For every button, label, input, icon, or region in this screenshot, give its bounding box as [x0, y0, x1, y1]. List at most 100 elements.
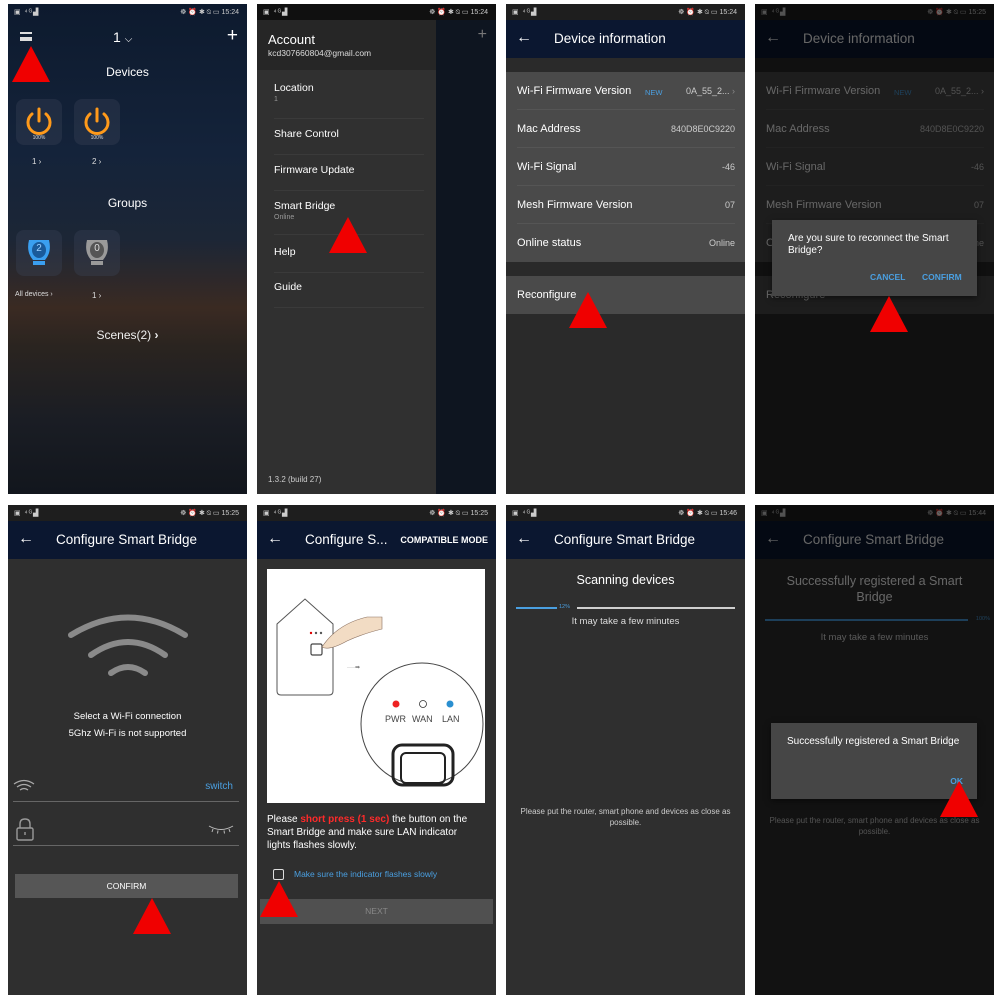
status-bar: ▣ ⁴ᴳ▟ ☸ ⏰ ✱ ⍉ ▭ 15:24 — [506, 4, 745, 20]
wifi-icon — [68, 614, 188, 676]
progress-fill — [516, 607, 557, 609]
reconnect-dialog: Are you sure to reconnect the Smart Brid… — [772, 220, 977, 296]
indicator-checkbox-label[interactable]: Make sure the indicator flashes slowly — [294, 869, 437, 879]
home-screen: ▣ ⁴ᴳ▟ ☸ ⏰ ✱ ⍉ ▭ 15:24 1 ⌵ + Devices 100%… — [8, 4, 247, 494]
led-label-wan: WAN — [412, 714, 433, 724]
status-left-icons: ▣ ⁴ᴳ▟ — [263, 9, 289, 16]
navigation-drawer: Account kcd307660804@gmail.com Location … — [257, 20, 436, 494]
app-bar: ← Device information — [506, 20, 745, 58]
status-clock: ☸ ⏰ ✱ ⍉ ▭ 15:46 — [678, 510, 737, 517]
status-left-icons: ▣ ⁴ᴳ▟ — [512, 9, 538, 16]
compatible-mode-button[interactable]: COMPATIBLE MODE — [400, 535, 488, 545]
menu-item-location[interactable]: Location 1 — [274, 82, 424, 119]
app-bar: ← Configure Smart Bridge — [506, 521, 745, 559]
status-left-icons: ▣ ⁴ᴳ▟ — [14, 9, 40, 16]
switch-network-link[interactable]: switch — [205, 781, 233, 792]
no-5ghz-note: 5Ghz Wi-Fi is not supported — [68, 728, 187, 739]
info-key: Online status — [517, 237, 582, 249]
cancel-button[interactable]: CANCEL — [870, 272, 905, 282]
info-row-wifi-signal: Wi-Fi Signal -46 — [506, 148, 745, 186]
device-tile-2[interactable]: 100% — [74, 99, 120, 145]
device-tile-1[interactable]: 100% — [16, 99, 62, 145]
scanning-note: It may take a few minutes — [571, 616, 680, 627]
device-info-screen: ▣ ⁴ᴳ▟ ☸ ⏰ ✱ ⍉ ▭ 15:24 ← Device informati… — [506, 4, 745, 494]
led-label-lan: LAN — [442, 714, 460, 724]
back-arrow-icon[interactable]: ← — [18, 530, 34, 548]
pointer-arrow — [940, 781, 978, 817]
status-bar: ▣ ⁴ᴳ▟ ☸ ⏰ ✱ ⍉ ▭ 15:46 — [506, 505, 745, 521]
account-title: Account — [268, 32, 315, 47]
status-bar: ▣ ⁴ᴳ▟ ☸ ⏰ ✱ ⍉ ▭ 15:25 — [257, 505, 496, 521]
info-key: Mac Address — [517, 123, 581, 135]
eye-closed-icon[interactable] — [207, 823, 235, 835]
group-count: 0 — [94, 243, 100, 254]
press-button-screen: ▣ ⁴ᴳ▟ ☸ ⏰ ✱ ⍉ ▭ 15:25 ← Configure S... C… — [257, 505, 496, 995]
led-label-pwr: PWR — [385, 714, 406, 724]
status-left-icons: ▣ ⁴ᴳ▟ — [512, 510, 538, 517]
status-clock: ☸ ⏰ ✱ ⍉ ▭ 15:24 — [429, 9, 488, 16]
instruction-highlight: short press (1 sec) — [300, 814, 390, 825]
menu-item-guide[interactable]: Guide — [274, 281, 424, 308]
add-icon[interactable]: + — [227, 25, 238, 47]
status-left-icons: ▣ ⁴ᴳ▟ — [14, 510, 40, 517]
info-key: Mesh Firmware Version — [517, 199, 633, 211]
status-bar: ▣ ⁴ᴳ▟ ☸ ⏰ ✱ ⍉ ▭ 15:25 — [8, 505, 247, 521]
group-tile-all[interactable]: 2 — [16, 230, 62, 276]
confirm-button[interactable]: CONFIRM — [15, 874, 238, 898]
configure-wifi-screen: ▣ ⁴ᴳ▟ ☸ ⏰ ✱ ⍉ ▭ 15:25 ← Configure Smart … — [8, 505, 247, 995]
proximity-tip: Please put the router, smart phone and d… — [520, 807, 731, 827]
info-row-online-status: Online status Online — [506, 224, 745, 262]
wifi-ssid-field[interactable] — [30, 775, 210, 795]
location-selector[interactable]: 1 ⌵ — [113, 29, 132, 45]
confirm-button[interactable]: CONFIRM — [922, 272, 962, 282]
group-tile-1[interactable]: 0 — [74, 230, 120, 276]
reconnect-confirm-screen: ▣ ⁴ᴳ▟ ☸ ⏰ ✱ ⍉ ▭ 15:25 ← Device informati… — [755, 4, 994, 494]
chevron-down-icon: ⌵ — [124, 34, 133, 45]
device-label[interactable]: 2 › — [92, 157, 101, 166]
select-wifi-text: Select a Wi-Fi connection — [73, 711, 182, 722]
page-title: Device information — [554, 31, 666, 46]
back-arrow-icon[interactable]: ← — [267, 530, 283, 548]
progress-track — [577, 607, 735, 609]
status-left-icons: ▣ ⁴ᴳ▟ — [263, 510, 289, 517]
menu-item-label: Firmware Update — [274, 164, 355, 176]
chevron-right-icon: › — [732, 86, 735, 96]
group-label[interactable]: 1 › — [92, 291, 101, 300]
add-icon[interactable]: + — [478, 26, 487, 44]
account-header[interactable]: Account kcd307660804@gmail.com — [257, 20, 436, 70]
info-row-wifi-firmware[interactable]: Wi-Fi Firmware Version NEW 0A_55_2... › — [506, 72, 745, 110]
drawer-screen: ▣ ⁴ᴳ▟ ☸ ⏰ ✱ ⍉ ▭ 15:24 + Account kcd30766… — [257, 4, 496, 494]
status-clock: ☸ ⏰ ✱ ⍉ ▭ 15:25 — [180, 510, 239, 517]
info-key: Wi-Fi Firmware Version — [517, 85, 632, 97]
status-bar: ▣ ⁴ᴳ▟ ☸ ⏰ ✱ ⍉ ▭ 15:24 — [257, 4, 496, 20]
app-bar: ← Configure S... COMPATIBLE MODE — [257, 521, 496, 559]
wifi-password-field[interactable] — [38, 817, 198, 841]
scanning-heading: Scanning devices — [576, 573, 675, 587]
menu-item-firmware-update[interactable]: Firmware Update — [274, 164, 424, 191]
back-arrow-icon[interactable]: ← — [516, 530, 532, 548]
account-email: kcd307660804@gmail.com — [268, 48, 372, 58]
info-value: 07 — [724, 200, 735, 210]
app-version: 1.3.2 (build 27) — [268, 475, 322, 484]
menu-icon[interactable] — [20, 32, 32, 41]
scenes-link[interactable]: Scenes(2) › — [8, 328, 247, 342]
back-arrow-icon[interactable]: ← — [516, 29, 532, 47]
reconfigure-button[interactable]: Reconfigure — [506, 276, 745, 314]
page-title: Configure Smart Bridge — [56, 532, 198, 547]
progress-bar: 12% — [516, 603, 735, 613]
menu-item-share-control[interactable]: Share Control — [274, 128, 424, 155]
group-label[interactable]: All devices › — [15, 291, 53, 298]
indicator-checkbox[interactable] — [273, 869, 284, 880]
press-instruction: Please short press (1 sec) the button on… — [267, 814, 468, 851]
info-key: Wi-Fi Signal — [517, 161, 577, 173]
location-label: 1 — [113, 29, 121, 45]
groups-heading: Groups — [107, 196, 148, 210]
pointer-arrow — [569, 292, 607, 328]
new-badge: NEW — [645, 88, 663, 97]
device-label[interactable]: 1 › — [32, 157, 41, 166]
group-count: 2 — [36, 243, 42, 254]
smart-bridge-diagram: ····➡ PWR WAN LAN — [276, 598, 484, 787]
page-title: Configure S... — [305, 532, 388, 547]
reconfigure-label: Reconfigure — [517, 289, 577, 301]
status-bar: ▣ ⁴ᴳ▟ ☸ ⏰ ✱ ⍉ ▭ 15:24 — [8, 4, 247, 20]
